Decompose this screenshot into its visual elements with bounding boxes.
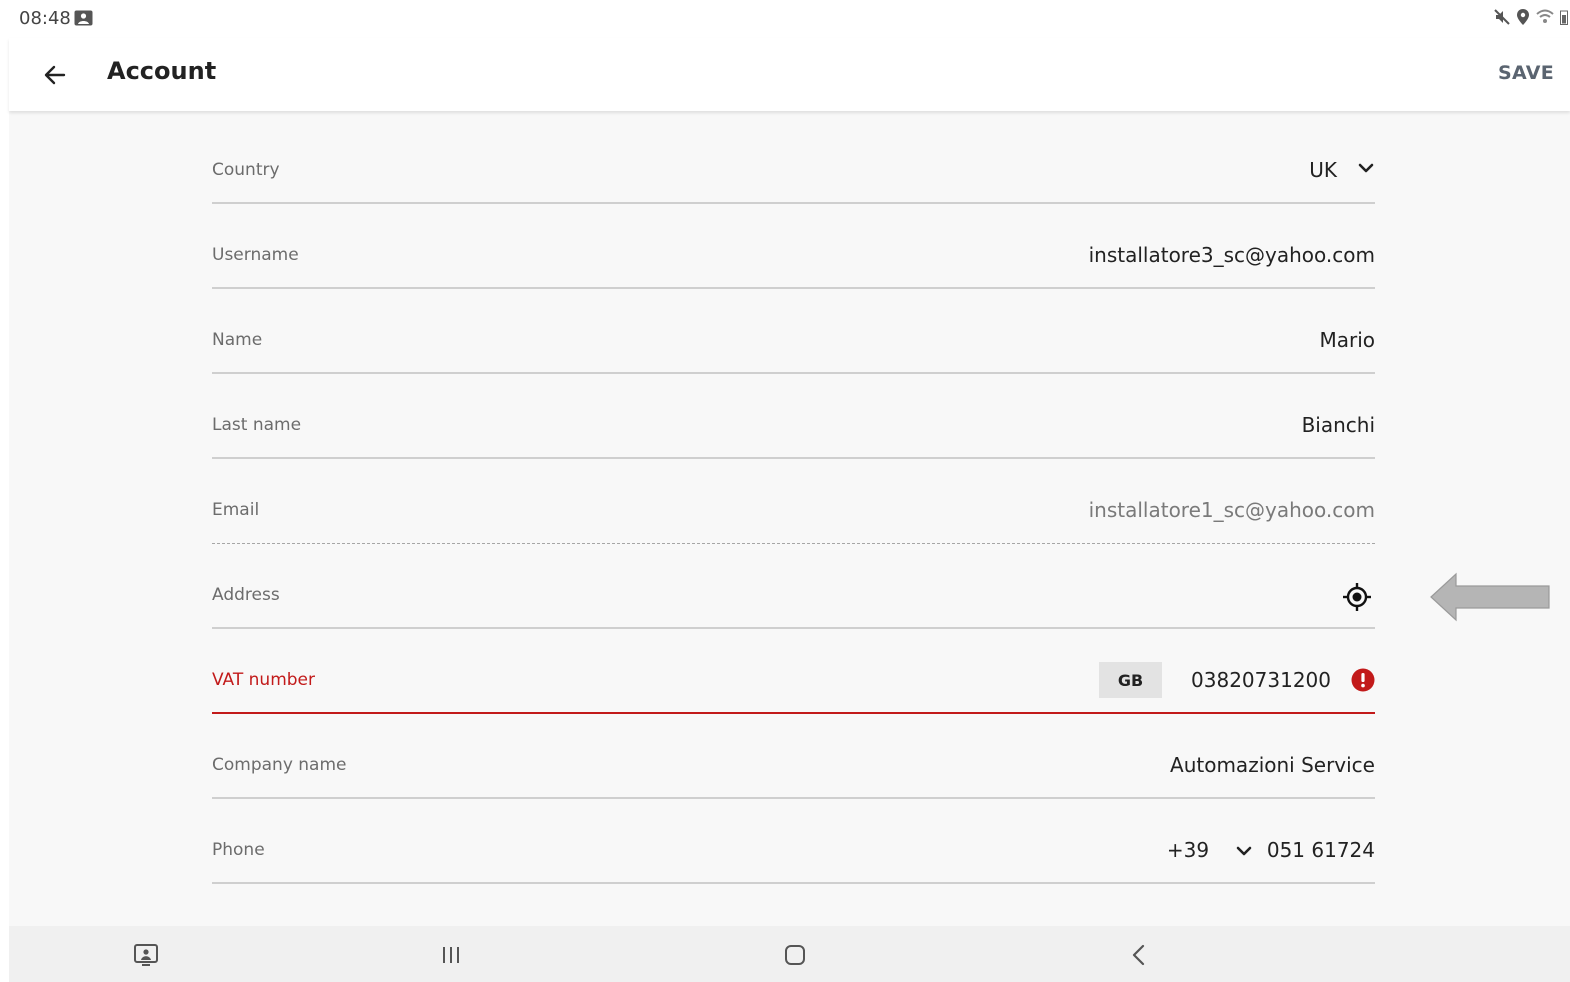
battery-icon	[1560, 9, 1568, 29]
status-time: 08:48	[19, 8, 71, 29]
country-value: UK	[1309, 158, 1337, 182]
last-name-row[interactable]: Last name Bianchi	[212, 375, 1375, 459]
country-select[interactable]: UK	[1309, 158, 1375, 182]
vat-country-code: GB	[1099, 662, 1163, 698]
vat-label: VAT number	[212, 670, 315, 690]
phone-prefix[interactable]: +39	[1167, 838, 1209, 862]
address-row[interactable]: Address	[212, 545, 1375, 629]
phone-input-group[interactable]: +39 051 61724	[1167, 838, 1375, 862]
home-icon[interactable]	[780, 940, 810, 970]
error-icon	[1351, 668, 1375, 692]
vat-input-group[interactable]: GB 03820731200	[1099, 662, 1375, 698]
recent-apps-icon[interactable]	[436, 940, 466, 970]
keyboard-switch-icon[interactable]	[131, 940, 161, 970]
app-bar: Account SAVE	[9, 38, 1570, 111]
page-title: Account	[107, 57, 217, 85]
email-field: installatore1_sc@yahoo.com	[1088, 498, 1375, 522]
last-name-label: Last name	[212, 415, 302, 435]
vat-row[interactable]: VAT number GB 03820731200	[212, 630, 1375, 714]
address-label: Address	[212, 585, 280, 605]
status-icons	[1494, 9, 1568, 29]
status-bar: 08:48	[0, 0, 1570, 38]
country-label: Country	[212, 160, 280, 180]
country-row[interactable]: Country UK	[212, 120, 1375, 204]
name-field[interactable]: Mario	[1319, 328, 1375, 352]
company-field[interactable]: Automazioni Service	[1170, 753, 1375, 777]
notification-gallery-icon	[74, 10, 93, 26]
company-label: Company name	[212, 755, 347, 775]
nav-back-icon[interactable]	[1124, 940, 1154, 970]
phone-row[interactable]: Phone +39 051 61724	[212, 800, 1375, 884]
email-row: Email installatore1_sc@yahoo.com	[212, 460, 1375, 544]
gps-locate-icon[interactable]	[1343, 583, 1371, 611]
company-row[interactable]: Company name Automazioni Service	[212, 715, 1375, 799]
vat-field[interactable]: 03820731200	[1191, 668, 1331, 692]
back-arrow-icon[interactable]	[38, 58, 72, 92]
name-row[interactable]: Name Mario	[212, 290, 1375, 374]
wifi-icon	[1536, 9, 1554, 29]
email-label: Email	[212, 500, 260, 520]
name-label: Name	[212, 330, 263, 350]
mute-icon	[1494, 9, 1510, 29]
location-icon	[1516, 9, 1530, 29]
chevron-down-icon[interactable]	[1235, 841, 1253, 859]
username-label: Username	[212, 245, 299, 265]
chevron-down-icon	[1357, 158, 1375, 182]
phone-label: Phone	[212, 840, 265, 860]
last-name-field[interactable]: Bianchi	[1302, 413, 1375, 437]
save-button[interactable]: SAVE	[1498, 62, 1554, 84]
annotation-arrow-icon	[1429, 572, 1551, 622]
username-field[interactable]: installatore3_sc@yahoo.com	[1089, 243, 1375, 267]
username-row[interactable]: Username installatore3_sc@yahoo.com	[212, 205, 1375, 289]
phone-field[interactable]: 051 61724	[1267, 838, 1375, 862]
system-nav-bar	[9, 926, 1570, 982]
account-form: Country UK Username installatore3_sc@yah…	[9, 111, 1570, 926]
